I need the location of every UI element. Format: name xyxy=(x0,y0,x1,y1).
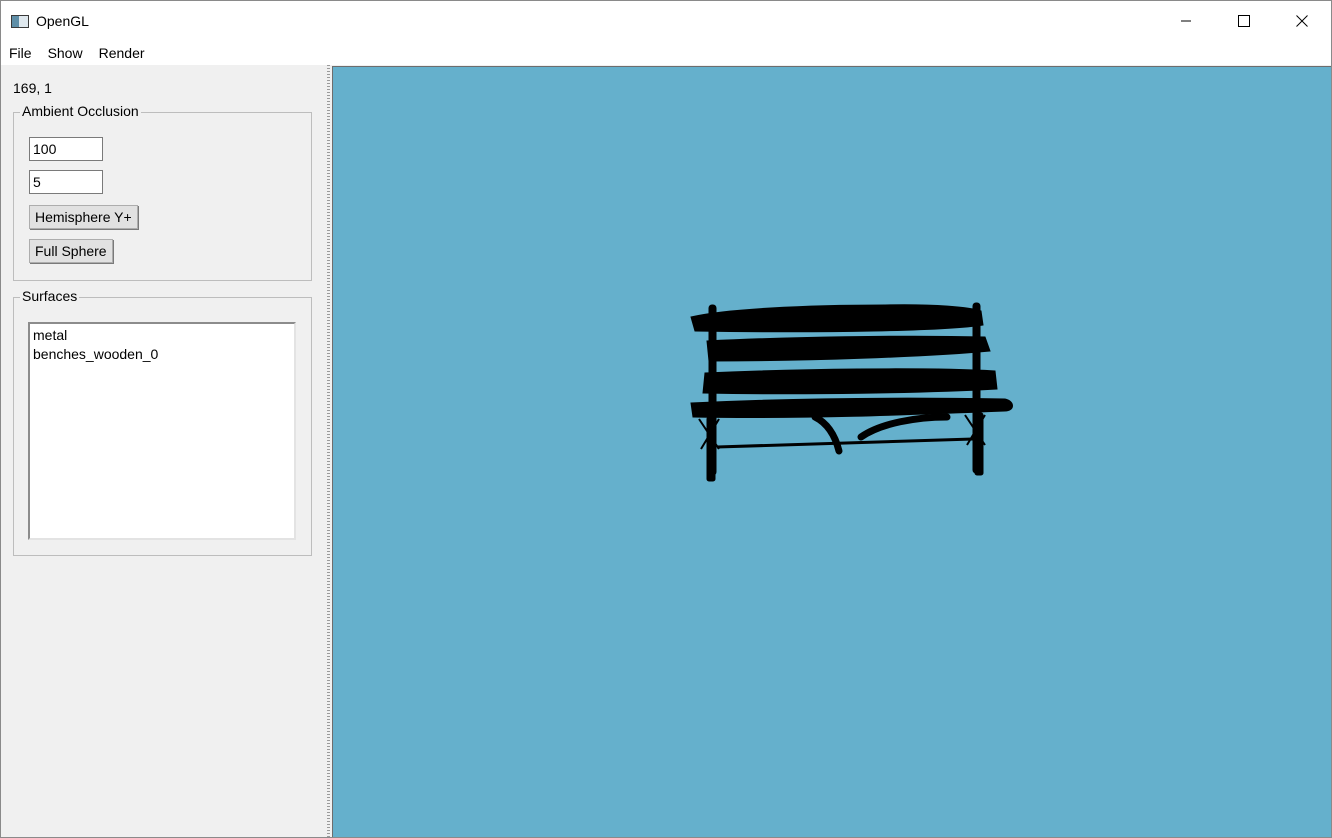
app-icon xyxy=(11,14,29,28)
splitter-handle[interactable] xyxy=(327,65,330,837)
ao-samples-field[interactable]: 100 xyxy=(29,137,103,161)
window-title: OpenGL xyxy=(36,13,89,29)
list-item[interactable]: metal xyxy=(33,326,291,345)
list-item[interactable]: benches_wooden_0 xyxy=(33,345,291,364)
ambient-occlusion-group: Ambient Occlusion 100 5 Hemisphere Y+ Fu… xyxy=(13,103,312,281)
menu-file[interactable]: File xyxy=(1,41,40,65)
menu-show[interactable]: Show xyxy=(40,41,91,65)
menu-render[interactable]: Render xyxy=(91,41,153,65)
surfaces-title: Surfaces xyxy=(20,288,80,304)
app-window: OpenGL File Show Render 169, 1 Ambient O… xyxy=(0,0,1332,838)
surfaces-group: Surfaces metal benches_wooden_0 xyxy=(13,288,312,556)
surfaces-list[interactable]: metal benches_wooden_0 xyxy=(28,322,296,540)
close-button[interactable] xyxy=(1273,1,1331,41)
title-bar[interactable]: OpenGL xyxy=(1,1,1331,41)
maximize-button[interactable] xyxy=(1215,1,1273,41)
close-icon xyxy=(1296,15,1308,27)
ao-radius-field[interactable]: 5 xyxy=(29,170,103,194)
window-controls xyxy=(1157,1,1331,41)
hemisphere-button[interactable]: Hemisphere Y+ xyxy=(29,205,138,229)
ambient-occlusion-title: Ambient Occlusion xyxy=(20,103,141,119)
minimize-button[interactable] xyxy=(1157,1,1215,41)
full-sphere-button[interactable]: Full Sphere xyxy=(29,239,113,263)
maximize-icon xyxy=(1238,15,1250,27)
menu-bar: File Show Render xyxy=(1,41,1331,65)
gl-viewport[interactable] xyxy=(332,66,1331,837)
bench-model xyxy=(690,302,1013,482)
sidebar: 169, 1 Ambient Occlusion 100 5 Hemispher… xyxy=(1,65,325,837)
coords-readout: 169, 1 xyxy=(13,80,52,96)
minimize-icon xyxy=(1181,20,1191,22)
